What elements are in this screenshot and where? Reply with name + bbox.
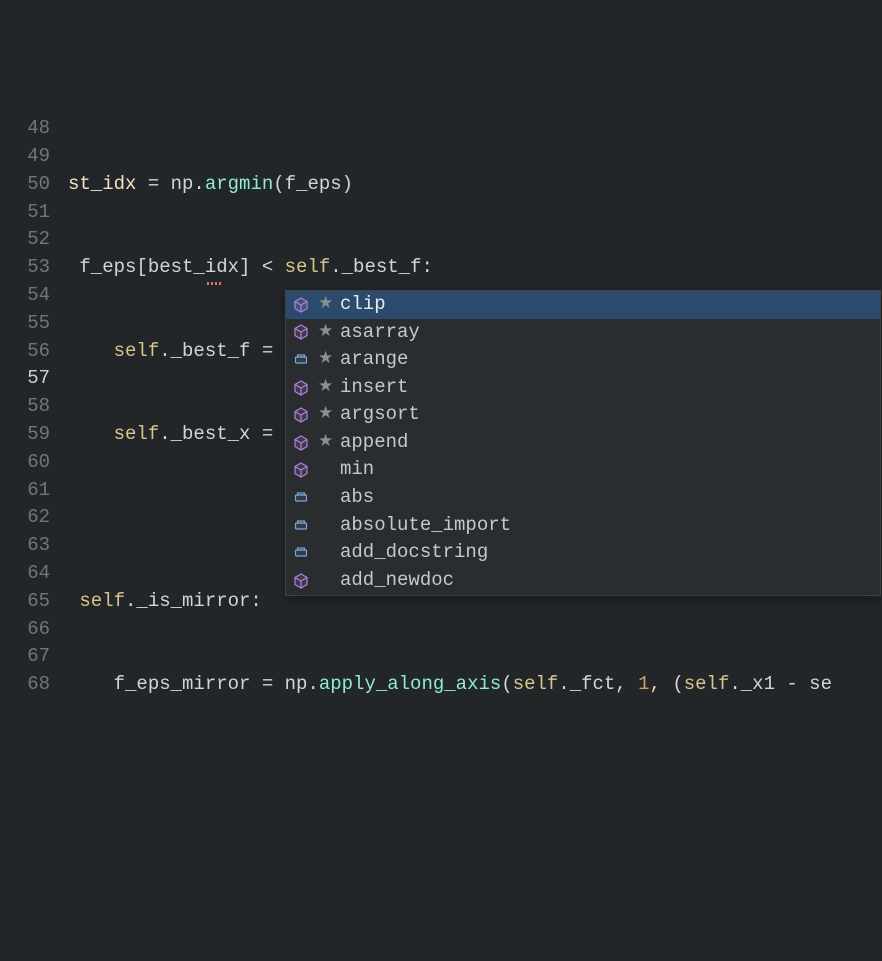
- autocomplete-label: asarray: [340, 319, 420, 347]
- autocomplete-item[interactable]: absolute_import: [286, 512, 880, 540]
- line-number: 58: [0, 393, 50, 421]
- autocomplete-label: add_newdoc: [340, 567, 454, 595]
- method-icon: [292, 296, 310, 314]
- star-icon: ★: [318, 346, 332, 374]
- autocomplete-label: argsort: [340, 401, 420, 429]
- autocomplete-item[interactable]: ★ append: [286, 429, 880, 457]
- autocomplete-item[interactable]: min: [286, 457, 880, 485]
- line-number: 64: [0, 560, 50, 588]
- code-line: f_eps_mirror = np.apply_along_axis(self.…: [68, 671, 882, 699]
- autocomplete-label: add_docstring: [340, 539, 488, 567]
- line-number: 51: [0, 199, 50, 227]
- line-number: 48: [0, 115, 50, 143]
- method-icon: [292, 323, 310, 341]
- line-number: 61: [0, 477, 50, 505]
- line-number: 53: [0, 254, 50, 282]
- line-number: 60: [0, 449, 50, 477]
- line-number: 62: [0, 504, 50, 532]
- autocomplete-item[interactable]: ★ asarray: [286, 319, 880, 347]
- line-number: 59: [0, 421, 50, 449]
- autocomplete-item[interactable]: abs: [286, 484, 880, 512]
- line-number: 49: [0, 143, 50, 171]
- autocomplete-label: append: [340, 429, 408, 457]
- error-squiggle: [207, 282, 221, 285]
- autocomplete-item[interactable]: ★ arange: [286, 346, 880, 374]
- autocomplete-item[interactable]: ★ argsort: [286, 401, 880, 429]
- autocomplete-label: clip: [340, 291, 386, 319]
- line-number: 68: [0, 671, 50, 699]
- autocomplete-label: abs: [340, 484, 374, 512]
- code-line: st_idx = np.argmin(f_eps): [68, 171, 882, 199]
- line-number: 66: [0, 616, 50, 644]
- field-icon: [292, 489, 310, 507]
- autocomplete-item[interactable]: ★ clip: [286, 291, 880, 319]
- field-icon: [292, 517, 310, 535]
- method-icon: [292, 461, 310, 479]
- method-icon: [292, 379, 310, 397]
- star-icon: ★: [318, 319, 332, 347]
- field-icon: [292, 544, 310, 562]
- autocomplete-item[interactable]: add_docstring: [286, 539, 880, 567]
- autocomplete-label: arange: [340, 346, 408, 374]
- autocomplete-item[interactable]: ★ insert: [286, 374, 880, 402]
- method-icon: [292, 434, 310, 452]
- line-number: 55: [0, 310, 50, 338]
- line-number: 67: [0, 643, 50, 671]
- autocomplete-popup[interactable]: ★ clip ★ asarray ★ arange ★ insert ★ argsort ★ appe…: [285, 290, 881, 596]
- star-icon: ★: [318, 401, 332, 429]
- star-icon: ★: [318, 374, 332, 402]
- star-icon: ★: [318, 291, 332, 319]
- line-number: 63: [0, 532, 50, 560]
- method-icon: [292, 572, 310, 590]
- autocomplete-label: insert: [340, 374, 408, 402]
- line-number: 56: [0, 338, 50, 366]
- autocomplete-label: min: [340, 456, 374, 484]
- line-number: 50: [0, 171, 50, 199]
- line-number-gutter: 4849505152535455565758596061626364656667…: [0, 111, 68, 711]
- field-icon: [292, 351, 310, 369]
- line-number: 57: [0, 365, 50, 393]
- star-icon: ★: [318, 429, 332, 457]
- line-number: 65: [0, 588, 50, 616]
- autocomplete-label: absolute_import: [340, 512, 511, 540]
- line-number: 54: [0, 282, 50, 310]
- autocomplete-item[interactable]: add_newdoc: [286, 567, 880, 595]
- code-line: f_eps[best_idx] < self._best_f:: [68, 254, 882, 282]
- method-icon: [292, 406, 310, 424]
- line-number: 52: [0, 226, 50, 254]
